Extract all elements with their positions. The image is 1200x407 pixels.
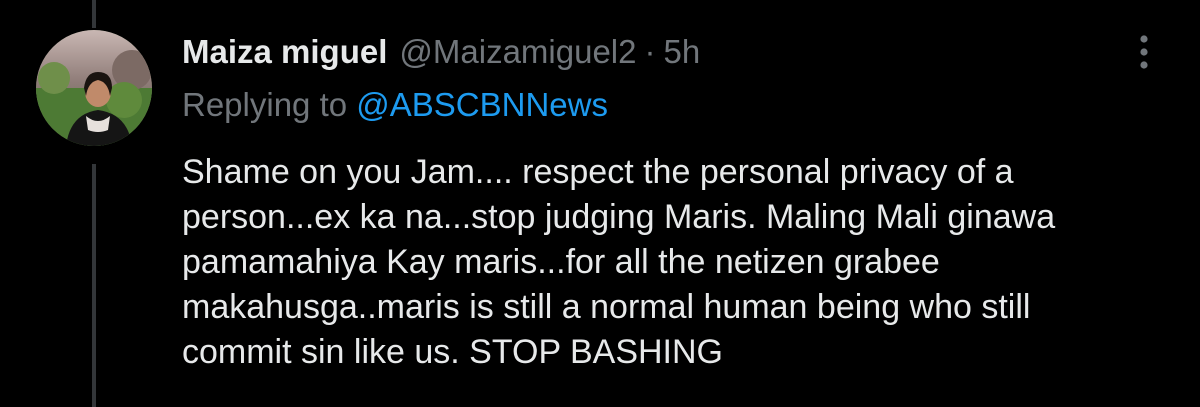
tweet-text-line: commit sin like us. STOP BASHING — [182, 333, 723, 371]
tweet-header: Maiza miguel @Maizamiguel2 · 5h — [182, 28, 700, 76]
profile-photo-icon — [36, 30, 152, 146]
tweet-text-line: pamamahiya Kay maris...for all the netiz… — [182, 243, 940, 281]
tweet-text-line: makahusga..maris is still a normal human… — [182, 288, 1031, 326]
user-handle[interactable]: @Maizamiguel2 — [399, 33, 636, 71]
tweet-text-line: person...ex ka na...stop judging Maris. … — [182, 198, 1056, 236]
more-options-button[interactable] — [1122, 30, 1166, 74]
display-name[interactable]: Maiza miguel — [182, 33, 387, 71]
thread-connector-top — [92, 0, 96, 28]
tweet-text: Shame on you Jam.... respect the persona… — [182, 150, 1172, 375]
replying-to-label: Replying to — [182, 86, 357, 123]
more-vertical-icon — [1140, 35, 1148, 69]
separator-dot: · — [644, 33, 656, 70]
avatar[interactable] — [36, 30, 152, 146]
tweet-text-line: Shame on you Jam.... respect the persona… — [182, 153, 1014, 191]
timestamp[interactable]: 5h — [663, 33, 700, 71]
replying-to: Replying to @ABSCBNNews — [182, 86, 608, 124]
thread-connector-bottom — [92, 164, 96, 407]
replying-to-link[interactable]: @ABSCBNNews — [356, 86, 608, 123]
